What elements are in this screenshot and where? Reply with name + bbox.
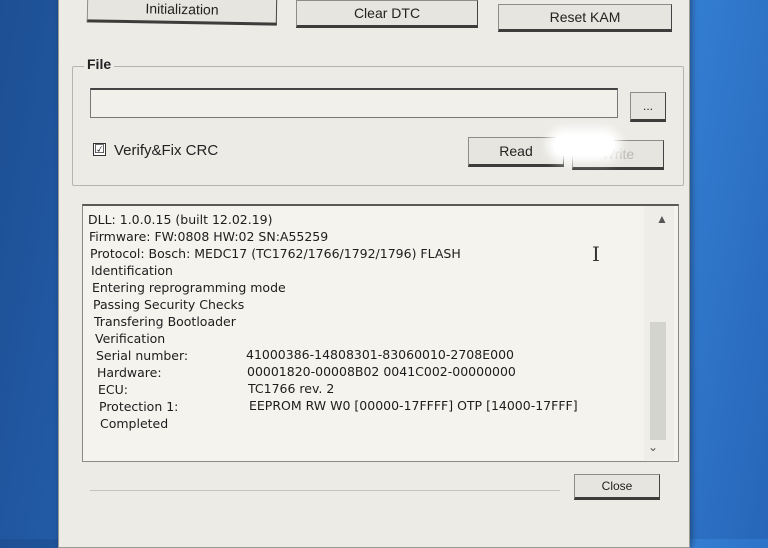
log-line: DLL: 1.0.0.15 (built 12.02.19) <box>88 212 273 227</box>
verify-fix-crc-checkbox[interactable]: ☑ <box>93 143 106 156</box>
initialization-button[interactable]: Initialization <box>86 0 278 26</box>
ecu-value: TC1766 rev. 2 <box>248 381 335 396</box>
log-line: ECU: <box>98 382 128 397</box>
log-line: Serial number: <box>96 348 189 363</box>
log-line: Verification <box>95 331 166 346</box>
log-line: Identification <box>91 263 173 278</box>
read-button[interactable]: Read <box>468 137 564 167</box>
log-line: Passing Security Checks <box>93 297 245 312</box>
screen-glare <box>553 134 615 156</box>
status-strip <box>90 490 560 509</box>
text-cursor-icon: I <box>592 242 600 266</box>
browse-button[interactable]: ... <box>630 92 666 122</box>
file-path-input[interactable] <box>90 88 618 118</box>
reset-kam-button[interactable]: Reset KAM <box>498 4 672 32</box>
serial-number-value: 41000386-14808301-83060010-2708E000 <box>246 347 514 362</box>
close-button[interactable]: Close <box>574 474 660 500</box>
hardware-value: 00001820-00008B02 0041C002-00000000 <box>247 364 516 379</box>
clear-dtc-button[interactable]: Clear DTC <box>296 0 478 28</box>
log-line: Protocol: Bosch: MEDC17 (TC1762/1766/179… <box>90 246 461 261</box>
log-scrollbar-thumb[interactable] <box>650 322 666 440</box>
log-line: Firmware: FW:0808 HW:02 SN:A55259 <box>89 229 329 244</box>
log-line: Hardware: <box>97 365 162 380</box>
scroll-down-icon[interactable]: ⌄ <box>648 440 658 454</box>
verify-fix-crc-label: Verify&Fix CRC <box>114 142 219 159</box>
log-line: Protection 1: <box>99 399 179 414</box>
log-line: Completed <box>100 416 169 431</box>
scroll-up-icon[interactable]: ▲ <box>656 212 668 226</box>
file-group-title: File <box>84 56 115 72</box>
log-line: Entering reprogramming mode <box>92 280 286 295</box>
protection-value: EEPROM RW W0 [00000-17FFFF] OTP [14000-1… <box>249 398 578 413</box>
log-line: Transfering Bootloader <box>94 314 236 329</box>
